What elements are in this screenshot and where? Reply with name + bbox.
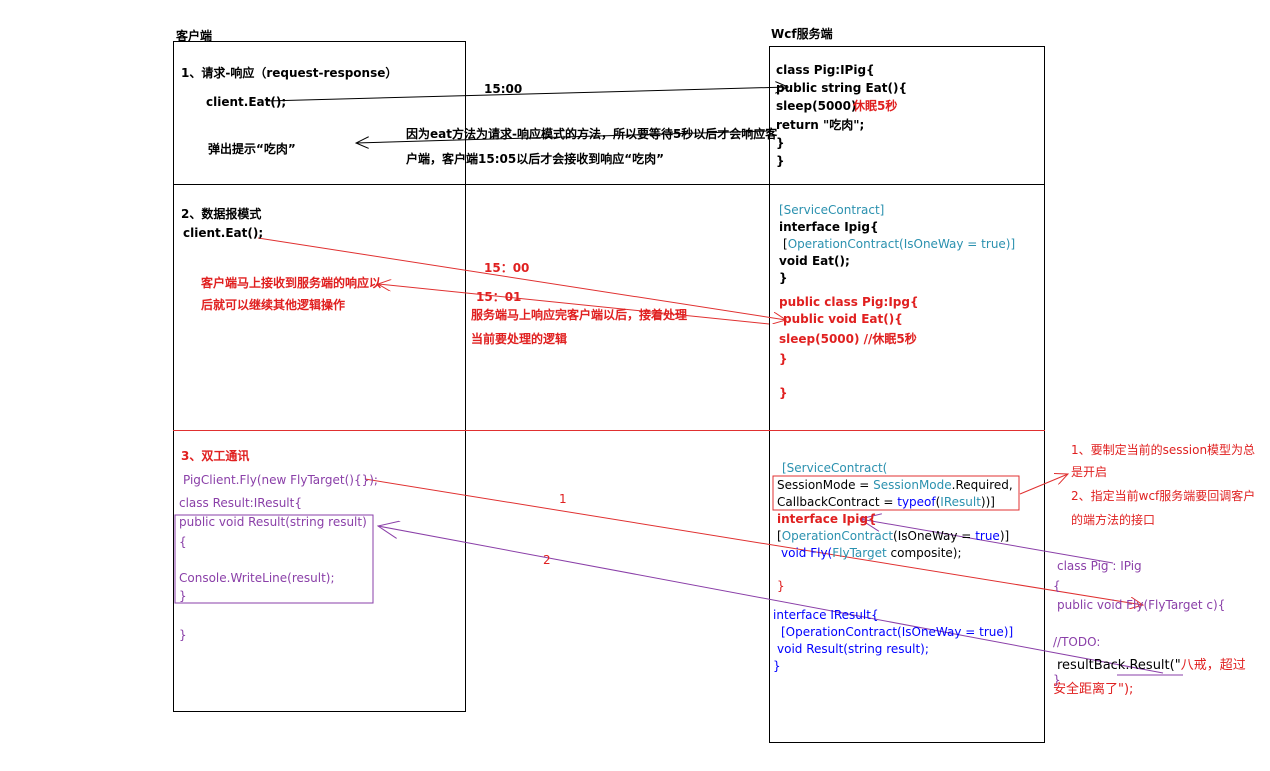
s2-time2: 15：01 — [476, 290, 522, 304]
s3-note2-line1: 2、指定当前wcf服务端要回调客户 — [1071, 489, 1256, 503]
s2-attr-service: [ServiceContract] — [779, 203, 885, 217]
s2-title: 2、数据报模式 — [181, 207, 262, 221]
arrow-s3-note — [1019, 474, 1068, 495]
s2-void-eat: void Eat(); — [779, 254, 850, 268]
s3-note1-line2: 是开启 — [1071, 465, 1108, 479]
s3-close1: } — [777, 579, 785, 593]
s2-close2: } — [779, 352, 788, 366]
s3-op-line: [OperationContract(IsOneWay = true)] — [777, 529, 1010, 543]
s3-arrow2-label: 2 — [543, 553, 551, 567]
s3-class-decl: class Result:IResult{ — [179, 496, 302, 510]
s1-note-line1: 因为eat方法为请求-响应模式的方法，所以要等待5秒以后才会响应客 — [406, 127, 778, 141]
s1-time: 15:00 — [484, 82, 523, 96]
s2-server-note-line2: 当前要处理的逻辑 — [471, 332, 568, 346]
s3-iresult-decl: interface IResult{ — [773, 608, 879, 622]
arrow-s3-callback — [378, 526, 1164, 674]
s3-client-call: PigClient.Fly(new FlyTarget(){}); — [183, 473, 378, 487]
s3-interface-decl: interface Ipig{ — [777, 512, 877, 526]
s3-class-close: } — [179, 628, 187, 642]
s1-code-line6: } — [776, 154, 785, 168]
s2-interface-decl: interface Ipig{ — [779, 220, 879, 234]
s1-code-line2: public string Eat(){ — [776, 81, 908, 95]
s3-todo: //TODO: — [1053, 635, 1101, 649]
arrow-s1-request — [265, 87, 788, 102]
s3-note2-line2: 的端方法的接口 — [1071, 513, 1156, 527]
s3-callback-line2: 安全距离了"); — [1053, 682, 1134, 697]
s3-callback-line1: resultBack.Result("八戒，超过 — [1057, 658, 1246, 673]
s3-close2: } — [773, 659, 781, 673]
s2-time1: 15：00 — [484, 261, 530, 275]
s3-session-mode: SessionMode = SessionMode.Required, — [777, 478, 1013, 492]
s3-op2-line: [OperationContract(IsOneWay = true)] — [781, 625, 1014, 639]
s1-sleep-comment: 休眠5秒 — [853, 99, 898, 113]
s2-class-decl: public class Pig:Ipg{ — [779, 295, 919, 309]
s3-sc-open: [ServiceContract( — [782, 461, 888, 475]
s3-close-brace: } — [179, 589, 187, 603]
arrow-s3-fly — [364, 478, 1143, 605]
s2-attr-op: [OperationContract(IsOneWay = true)] — [783, 237, 1016, 251]
s3-note1-line1: 1、要制定当前的session模型为总 — [1071, 443, 1256, 457]
s2-close3: } — [779, 386, 788, 400]
s2-close1: } — [779, 271, 788, 285]
s3-impl-open: { — [1053, 579, 1061, 593]
s3-fly-line: void Fly(FlyTarget composite); — [781, 546, 962, 560]
s1-code-line4: return "吃肉"; — [776, 118, 865, 132]
s3-impl-class: class Pig : IPig — [1057, 559, 1142, 573]
s1-client-call: client.Eat(); — [206, 95, 287, 109]
s3-callback-contract: CallbackContract = typeof(IResult))] — [777, 495, 995, 509]
s3-method-decl: public void Result(string result) — [179, 515, 367, 529]
arrows-layer — [174, 0, 1183, 676]
s1-popup-text: 弹出提示“吃肉” — [208, 142, 296, 156]
s3-result-method: void Result(string result); — [777, 642, 929, 656]
s2-client-call: client.Eat(); — [183, 226, 264, 240]
s3-title: 3、双工通讯 — [181, 449, 250, 463]
s2-method-decl: public void Eat(){ — [783, 312, 903, 326]
s3-open-brace: { — [179, 535, 187, 549]
s3-impl-method: public void Fly(FlyTarget c){ — [1057, 598, 1226, 612]
s2-client-note-line2: 后就可以继续其他逻辑操作 — [201, 298, 346, 312]
s2-client-note-line1: 客户端马上接收到服务端的响应以 — [201, 276, 382, 290]
s2-server-note-line1: 服务端马上响应完客户端以后，接着处理 — [471, 308, 688, 322]
s2-sleep-line: sleep(5000) //休眠5秒 — [779, 332, 917, 346]
s1-code-line1: class Pig:IPig{ — [776, 63, 875, 77]
s3-arrow1-label: 1 — [559, 492, 567, 506]
s3-console-line: Console.WriteLine(result); — [179, 571, 335, 585]
s1-code-line5: } — [776, 136, 785, 150]
s1-code-line3: sleep(5000) — [776, 99, 857, 113]
s1-title: 1、请求-响应（request-response） — [181, 66, 398, 80]
s1-note-line2: 户端，客户端15:05以后才会接收到响应“吃肉” — [406, 152, 664, 166]
